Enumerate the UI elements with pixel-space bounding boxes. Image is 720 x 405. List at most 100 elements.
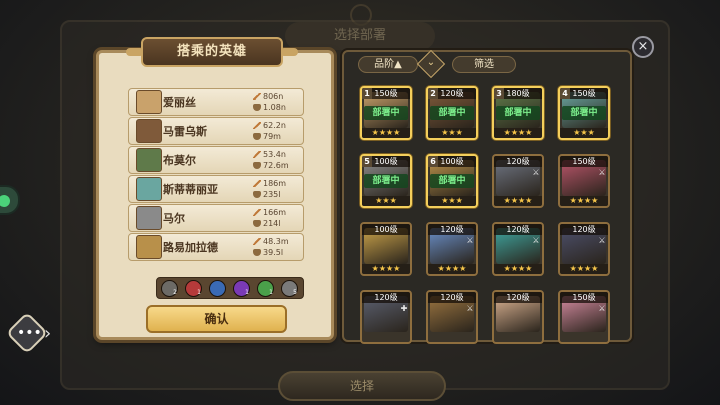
shield-icon [253, 191, 261, 198]
class-icon: ✚ [400, 304, 408, 313]
hero-card[interactable]: 120级 ✚ [360, 290, 412, 344]
hero-card[interactable]: 120级 ⚔ [426, 290, 478, 344]
hero-avatar [136, 206, 162, 230]
deployed-badge: 部署中 [364, 174, 408, 188]
background-title: 选择部署 [285, 22, 435, 50]
hero-row[interactable]: 爱丽丝 806n 1.08n [128, 88, 304, 116]
shield-icon [253, 104, 261, 111]
attack-value: 186m [263, 179, 287, 188]
swirl-trait-icon: 5 [281, 280, 298, 297]
star-rating: ★★★★ [428, 264, 476, 274]
star-rating: ★★★★ [494, 264, 542, 274]
health-value: 214l [263, 219, 281, 228]
hero-attack: 48.3m [253, 237, 289, 246]
hero-row[interactable]: 路易加拉德 48.3m 39.5l [128, 233, 304, 261]
healer-trait-icon: 1 [257, 280, 274, 297]
hero-attack: 53.4n [253, 150, 286, 159]
hero-card[interactable]: 120级 ⚔ ★★★★ [426, 222, 478, 276]
star-rating: ★★★★ [494, 196, 542, 206]
hero-card[interactable]: 150级 1 部署中 ★★★★ [360, 86, 412, 140]
hero-name: 路易加拉德 [163, 241, 218, 254]
sword-icon [253, 209, 261, 216]
hero-avatar [136, 177, 162, 201]
class-icon: ⚔ [466, 236, 474, 245]
star-rating: ★★★ [560, 128, 608, 138]
deployed-badge: 部署中 [430, 106, 474, 120]
hero-row[interactable]: 布莫尔 53.4n 72.6m [128, 146, 304, 174]
hero-name: 马雷乌斯 [163, 125, 207, 138]
hero-level: 100级 [362, 224, 410, 235]
star-rating: ★★★ [428, 128, 476, 138]
chevron-right-icon[interactable]: › [44, 323, 51, 344]
star-rating: ★★★ [362, 196, 410, 206]
attack-value: 62.2n [263, 121, 286, 130]
sword-icon [253, 151, 261, 158]
deploy-order: 3 [494, 88, 504, 99]
deploy-order: 4 [560, 88, 570, 99]
hero-attack: 806n [253, 92, 283, 101]
sword-icon [253, 93, 261, 100]
hero-level: 120级 [494, 156, 542, 167]
hero-level: 120级 [428, 292, 476, 303]
hero-row[interactable]: 马尔 166m 214l [128, 204, 304, 232]
hero-card[interactable]: 180级 3 部署中 ★★★★ [492, 86, 544, 140]
hero-name: 斯蒂蒂丽亚 [163, 183, 218, 196]
deploy-order: 5 [362, 156, 372, 167]
hero-avatar [136, 235, 162, 259]
hero-avatar [136, 90, 162, 114]
class-icon: ⚔ [532, 168, 540, 177]
hero-card[interactable]: 150级 ⚔ ★★★★ [558, 154, 610, 208]
hero-card[interactable]: 150级 4 部署中 ★★★ [558, 86, 610, 140]
hero-health: 79m [253, 132, 281, 141]
class-icon: ⚔ [532, 236, 540, 245]
sword-icon [253, 180, 261, 187]
shield-icon [253, 220, 261, 227]
attack-value: 166m [263, 208, 287, 217]
health-value: 72.6m [263, 161, 289, 170]
hero-name: 布莫尔 [163, 154, 196, 167]
hero-card[interactable]: 100级 6 部署中 ★★★ [426, 154, 478, 208]
shield-icon [253, 162, 261, 169]
confirm-button[interactable]: 确认 [146, 305, 287, 333]
hero-row[interactable]: 马雷乌斯 62.2n 79m [128, 117, 304, 145]
hero-attack: 62.2n [253, 121, 286, 130]
deployed-badge: 部署中 [364, 106, 408, 120]
hero-avatar [136, 119, 162, 143]
trait-bar: 21115 [156, 277, 304, 299]
hero-card[interactable]: 120级 ⚔ ★★★★ [492, 222, 544, 276]
health-value: 39.5l [263, 248, 284, 257]
sword-trait-icon: 1 [185, 280, 202, 297]
star-rating: ★★★★ [494, 128, 542, 138]
hero-card[interactable]: 120级 ⚔ ★★★★ [492, 154, 544, 208]
hero-level: 120级 [494, 292, 542, 303]
grade-sort-button[interactable]: 品阶▲ [358, 56, 418, 73]
hero-list: 爱丽丝 806n 1.08n 马雷乌斯 62.2n 79m 布莫尔 53.4n 72.6m 斯蒂蒂… [128, 88, 304, 262]
chevron-down-icon: ⌄ [426, 57, 436, 68]
attack-value: 48.3m [263, 237, 289, 246]
hero-card[interactable]: 150级 ⚔ [558, 290, 610, 344]
hero-level: 120级 [494, 224, 542, 235]
hero-health: 39.5l [253, 248, 283, 257]
hero-card[interactable]: 120级 ⚔ ★★★★ [558, 222, 610, 276]
hero-level: 120级 [560, 224, 608, 235]
hero-card[interactable]: 100级 5 部署中 ★★★ [360, 154, 412, 208]
hero-level: 120级 [362, 292, 410, 303]
hero-level: 150级 [560, 292, 608, 303]
deploy-order: 1 [362, 88, 372, 99]
select-button[interactable]: 选择 [278, 371, 446, 401]
close-icon[interactable]: × [632, 36, 654, 58]
hero-card[interactable]: 100级 ★★★★ [360, 222, 412, 276]
panel-title: 搭乘的英雄 [141, 37, 283, 67]
filter-button[interactable]: 筛选 [452, 56, 516, 73]
shield-icon [253, 249, 261, 256]
side-tab[interactable] [0, 185, 20, 215]
hero-attack: 186m [253, 179, 286, 188]
deploy-order: 2 [428, 88, 438, 99]
sword-icon [253, 122, 261, 129]
hero-row[interactable]: 斯蒂蒂丽亚 186m 235l [128, 175, 304, 203]
hero-card[interactable]: 120级 2 部署中 ★★★ [426, 86, 478, 140]
status-dot-icon [0, 195, 10, 207]
hero-name: 马尔 [163, 212, 185, 225]
star-rating: ★★★★ [362, 128, 410, 138]
hero-card[interactable]: 120级 [492, 290, 544, 344]
